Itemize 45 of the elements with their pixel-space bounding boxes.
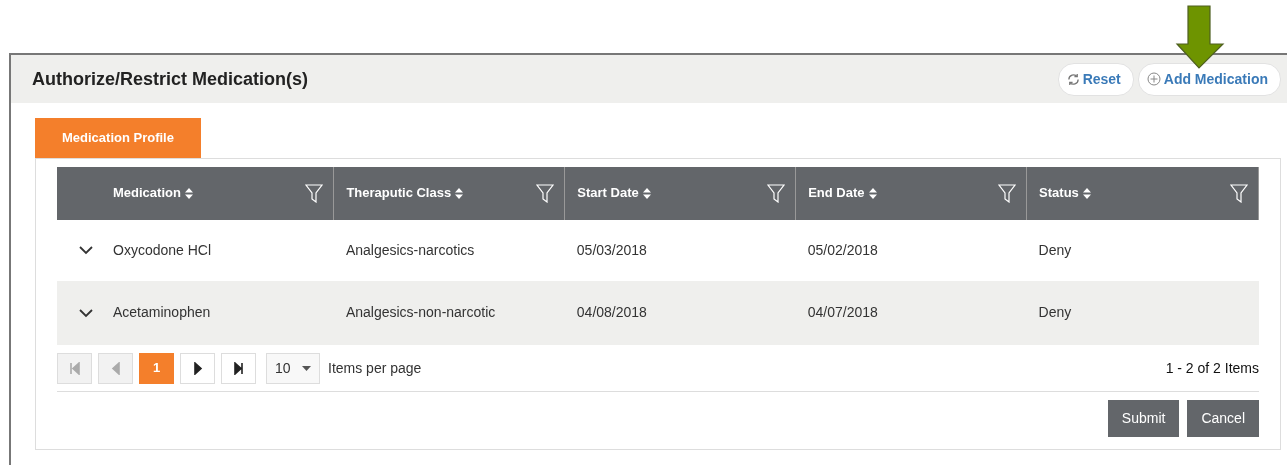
refresh-icon [1066, 72, 1080, 86]
next-page-button[interactable] [180, 352, 215, 384]
table-cell: 04/08/2018 [576, 304, 647, 320]
filter-icon[interactable] [536, 184, 555, 204]
cancel-button[interactable]: Cancel [1187, 399, 1259, 437]
table-cell: Analgesics-narcotics [345, 241, 475, 258]
table-cell-text: Acetaminophen [113, 303, 211, 322]
sort-icon[interactable] [642, 188, 651, 200]
table-cell: 04/07/2018 [807, 304, 878, 320]
filter-icon[interactable] [998, 184, 1017, 204]
table-cell: 05/02/2018 [807, 241, 878, 258]
sort-icon[interactable] [455, 188, 464, 200]
column-header[interactable]: Theraputic Class [346, 183, 452, 203]
column-header[interactable]: Start Date [577, 183, 639, 203]
sort-icon[interactable] [1082, 188, 1091, 200]
table-cell: Deny [1038, 304, 1072, 320]
table-cell: 05/03/2018 [576, 241, 647, 258]
last-page-button[interactable] [221, 352, 256, 384]
column-header[interactable]: Status [1039, 183, 1079, 203]
table-cell: Deny [1038, 241, 1072, 258]
sort-icon[interactable] [184, 188, 193, 200]
arrow-icon [1175, 5, 1225, 69]
skip-back-icon [69, 361, 80, 375]
reset-button[interactable]: Reset [1057, 62, 1134, 96]
sort-icon[interactable] [868, 188, 877, 200]
add-button[interactable]: Add Medication [1137, 62, 1281, 96]
table-cell-text: Oxycodone HCl [113, 240, 212, 260]
submit-button[interactable]: Submit [1107, 399, 1180, 437]
column-header[interactable]: Medication [113, 183, 181, 203]
right-triangle-icon [192, 361, 203, 375]
caret-icon [302, 365, 311, 371]
pager-summary: 1 - 2 of 2 Items [1165, 358, 1259, 378]
left-triangle-icon [110, 361, 121, 375]
filter-icon[interactable] [305, 184, 324, 204]
filter-icon[interactable] [1230, 184, 1248, 204]
chevron-down-icon[interactable] [79, 246, 93, 256]
plus-circle-icon [1146, 72, 1161, 86]
page-size-label: Items per page [328, 358, 422, 378]
skip-forward-icon [233, 361, 244, 375]
table-cell: Analgesics-non-narcotic [345, 304, 496, 320]
filter-icon[interactable] [767, 184, 786, 204]
page-size-dropdown[interactable]: 10 [266, 352, 320, 384]
chevron-down-icon[interactable] [79, 308, 93, 318]
column-header[interactable]: End Date [808, 183, 865, 203]
panel-title: Authorize/Restrict Medication(s) [32, 67, 309, 91]
